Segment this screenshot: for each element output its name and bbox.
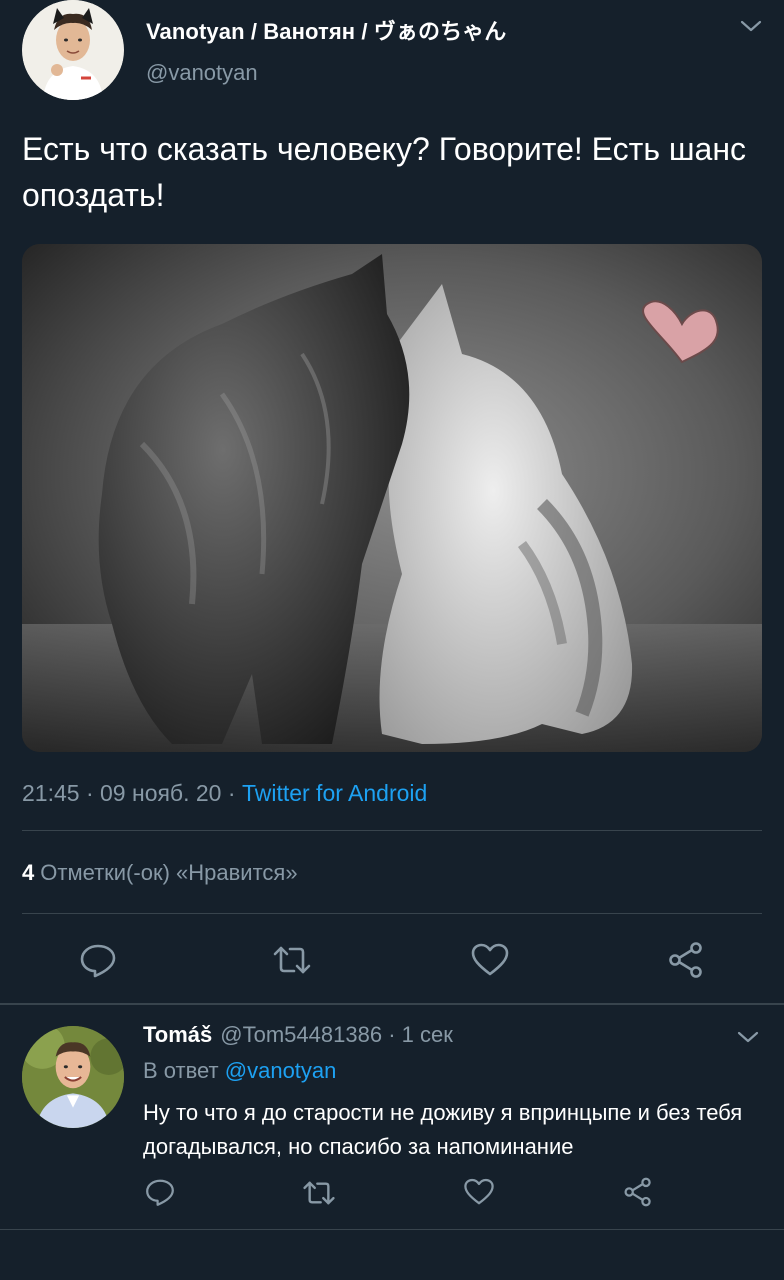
- heart-icon: [471, 943, 509, 976]
- retweet-icon: [303, 1181, 335, 1205]
- share-icon: [669, 942, 702, 978]
- reply-text: Ну то что я до старости не доживу я впри…: [143, 1100, 743, 1159]
- tweet-detail-page: Vanotyan / Ванотян / ヴぁのちゃん @vanotyan Ес…: [0, 0, 784, 1280]
- reply-icon: [146, 1179, 174, 1206]
- author-handle[interactable]: @vanotyan: [146, 60, 258, 86]
- section-divider: [0, 1003, 784, 1005]
- chevron-down-icon[interactable]: [738, 16, 764, 36]
- reply-like-button[interactable]: [463, 1176, 495, 1208]
- reply-icon: [80, 944, 116, 978]
- tweet-text: Есть что сказать человеку? Говорите! Ест…: [22, 131, 747, 213]
- author-avatar[interactable]: [22, 0, 124, 100]
- share-button[interactable]: [666, 940, 706, 980]
- author-display-name[interactable]: Vanotyan / Ванотян / ヴぁのちゃん: [146, 14, 506, 46]
- reply-time: 1 сек: [401, 1022, 453, 1047]
- likes-stat[interactable]: 4 Отметки(-ок) «Нравится»: [22, 860, 298, 886]
- divider: [0, 1229, 784, 1230]
- share-icon: [624, 1177, 651, 1207]
- heart-icon: [464, 1178, 494, 1205]
- meta-separator: ·: [227, 780, 236, 806]
- like-button[interactable]: [470, 940, 510, 980]
- tweet-time: 21:45: [22, 780, 80, 806]
- likes-count: 4: [22, 860, 35, 885]
- retweet-icon: [273, 946, 311, 974]
- reply-author-name[interactable]: Tomáš: [143, 1022, 212, 1047]
- author-avatar-image: [23, 0, 123, 100]
- reply-avatar-image: [22, 1026, 124, 1128]
- reply-button[interactable]: [78, 940, 118, 980]
- tweet-date: 09 нояб. 20: [100, 780, 222, 806]
- chevron-down-icon[interactable]: [736, 1028, 760, 1046]
- retweet-button[interactable]: [272, 940, 312, 980]
- replying-to: В ответ @vanotyan: [143, 1058, 336, 1084]
- reply-share-button[interactable]: [622, 1176, 654, 1208]
- reply-retweet-button[interactable]: [302, 1176, 336, 1210]
- divider: [22, 830, 762, 831]
- meta-separator: ·: [85, 780, 94, 806]
- reply-separator: ·: [388, 1022, 396, 1047]
- tweet-source-link[interactable]: Twitter for Android: [242, 780, 427, 806]
- likes-label: Отметки(-ок) «Нравится»: [40, 860, 298, 885]
- reply-author-avatar[interactable]: [22, 1026, 124, 1128]
- divider: [22, 913, 762, 914]
- tweet-media-image[interactable]: [22, 244, 762, 752]
- reply-reply-button[interactable]: [144, 1176, 176, 1208]
- cats-photo: [22, 244, 762, 752]
- reply-author-handle[interactable]: @Tom54481386: [220, 1022, 382, 1047]
- replying-mention-link[interactable]: @vanotyan: [225, 1058, 337, 1083]
- reply-header: Tomáš @Tom54481386 · 1 сек: [143, 1022, 453, 1048]
- replying-prefix: В ответ: [143, 1058, 219, 1083]
- tweet-timestamp-line: 21:45 · 09 нояб. 20 · Twitter for Androi…: [22, 780, 427, 807]
